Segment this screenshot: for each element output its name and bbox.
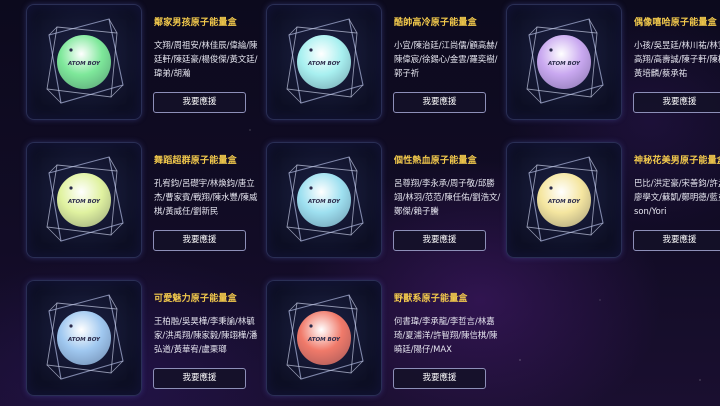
support-button[interactable]: 我要應援 bbox=[633, 230, 720, 251]
member-list: 文翔/周祖安/林佳辰/偉綸/陳廷軒/陳廷豪/楊俊傑/黃文廷/瑋弟/胡瀚 bbox=[154, 40, 258, 78]
energy-box-card: ATOM BOY 可愛魅力原子能量盒 王柏融/吳昊樺/李秉諭/林毓家/洪禹翔/陳… bbox=[22, 280, 257, 398]
box-title: 鄰家男孩原子能量盒 bbox=[154, 18, 237, 28]
page: ATOM BOY 鄰家男孩原子能量盒 文翔/周祖安/林佳辰/偉綸/陳廷軒/陳廷豪… bbox=[0, 0, 720, 406]
member-list: 王柏融/吳昊樺/李秉諭/林毓家/洪禹翔/陳家毅/陳翊樺/潘弘道/黃華宥/盧栗瑯 bbox=[154, 316, 258, 354]
energy-box-image[interactable]: ATOM BOY bbox=[506, 4, 622, 120]
support-button[interactable]: 我要應援 bbox=[153, 368, 246, 389]
energy-box-image[interactable]: ATOM BOY bbox=[26, 280, 142, 396]
box-title: 神秘花美男原子能量盒 bbox=[634, 156, 720, 166]
box-title: 酷帥高冷原子能量盒 bbox=[394, 18, 477, 28]
svg-text:ATOM BOY: ATOM BOY bbox=[307, 337, 341, 343]
energy-orb-icon: ATOM BOY bbox=[46, 294, 124, 380]
svg-text:ATOM BOY: ATOM BOY bbox=[307, 199, 341, 205]
energy-box-image[interactable]: ATOM BOY bbox=[26, 4, 142, 120]
energy-orb-icon: ATOM BOY bbox=[526, 18, 604, 104]
member-list: 呂尊翔/李永承/周子敬/邱勝翊/林羽/范范/陳任佑/劉浩文/鄭傑/賴子騰 bbox=[394, 178, 501, 216]
energy-box-image[interactable]: ATOM BOY bbox=[266, 142, 382, 258]
box-title: 舞蹈超群原子能量盒 bbox=[154, 156, 237, 166]
member-list: 小孩/吳昱廷/林川祐/林宣豪/高翔/高壽誠/陳子軒/陳柏錡/黃培麟/蔡承祐 bbox=[634, 40, 720, 78]
member-list: 孔宥鈞/呂礎宇/林煥鈞/唐立杰/曹家賓/戰翔/陳水豐/陳威棋/黃威任/劉新民 bbox=[154, 178, 258, 216]
energy-orb-icon: ATOM BOY bbox=[286, 18, 364, 104]
svg-text:ATOM BOY: ATOM BOY bbox=[67, 199, 101, 205]
support-button[interactable]: 我要應援 bbox=[633, 92, 720, 113]
box-title: 偶像嘻哈原子能量盒 bbox=[634, 18, 717, 28]
energy-orb-icon: ATOM BOY bbox=[46, 18, 124, 104]
member-list: 何書瑋/李承龍/李哲言/林嘉琦/夏浦洋/許智翔/陳信棋/陳曉廷/陽仔/MAX bbox=[394, 316, 498, 354]
support-button[interactable]: 我要應援 bbox=[393, 92, 486, 113]
energy-box-image[interactable]: ATOM BOY bbox=[266, 4, 382, 120]
energy-orb-icon: ATOM BOY bbox=[286, 156, 364, 242]
member-list: 巴比/洪定豪/宋善鈞/許孟維/廖學文/蘇凱/鄭明德/藍弟/Nelson/Yori bbox=[634, 178, 720, 216]
energy-box-card: ATOM BOY 舞蹈超群原子能量盒 孔宥鈞/呂礎宇/林煥鈞/唐立杰/曹家賓/戰… bbox=[22, 142, 257, 260]
energy-box-image[interactable]: ATOM BOY bbox=[266, 280, 382, 396]
support-button[interactable]: 我要應援 bbox=[153, 92, 246, 113]
member-list: 小宜/陳治廷/江尚儒/顧高赫/陳偉宸/徐錫心/金雲/羅奕樹/郭子祈 bbox=[394, 40, 498, 78]
energy-box-card: ATOM BOY 鄰家男孩原子能量盒 文翔/周祖安/林佳辰/偉綸/陳廷軒/陳廷豪… bbox=[22, 4, 257, 122]
support-button[interactable]: 我要應援 bbox=[393, 368, 486, 389]
support-button[interactable]: 我要應援 bbox=[153, 230, 246, 251]
energy-box-card: ATOM BOY 野獸系原子能量盒 何書瑋/李承龍/李哲言/林嘉琦/夏浦洋/許智… bbox=[262, 280, 497, 398]
svg-text:ATOM BOY: ATOM BOY bbox=[67, 337, 101, 343]
box-title: 野獸系原子能量盒 bbox=[394, 294, 468, 304]
support-button[interactable]: 我要應援 bbox=[393, 230, 486, 251]
energy-box-card: ATOM BOY 個性熱血原子能量盒 呂尊翔/李永承/周子敬/邱勝翊/林羽/范范… bbox=[262, 142, 500, 260]
energy-orb-icon: ATOM BOY bbox=[286, 294, 364, 380]
box-title: 可愛魅力原子能量盒 bbox=[154, 294, 237, 304]
energy-box-image[interactable]: ATOM BOY bbox=[506, 142, 622, 258]
box-title: 個性熱血原子能量盒 bbox=[394, 156, 477, 166]
energy-box-image[interactable]: ATOM BOY bbox=[26, 142, 142, 258]
svg-text:ATOM BOY: ATOM BOY bbox=[307, 61, 341, 67]
energy-orb-icon: ATOM BOY bbox=[526, 156, 604, 242]
energy-box-card: ATOM BOY 神秘花美男原子能量盒 巴比/洪定豪/宋善鈞/許孟維/廖學文/蘇… bbox=[502, 142, 720, 260]
energy-box-card: ATOM BOY 偶像嘻哈原子能量盒 小孩/吳昱廷/林川祐/林宣豪/高翔/高壽誠… bbox=[502, 4, 720, 122]
svg-text:ATOM BOY: ATOM BOY bbox=[547, 199, 581, 205]
svg-text:ATOM BOY: ATOM BOY bbox=[547, 61, 581, 67]
energy-box-card: ATOM BOY 酷帥高冷原子能量盒 小宜/陳治廷/江尚儒/顧高赫/陳偉宸/徐錫… bbox=[262, 4, 497, 122]
svg-text:ATOM BOY: ATOM BOY bbox=[67, 61, 101, 67]
energy-orb-icon: ATOM BOY bbox=[46, 156, 124, 242]
